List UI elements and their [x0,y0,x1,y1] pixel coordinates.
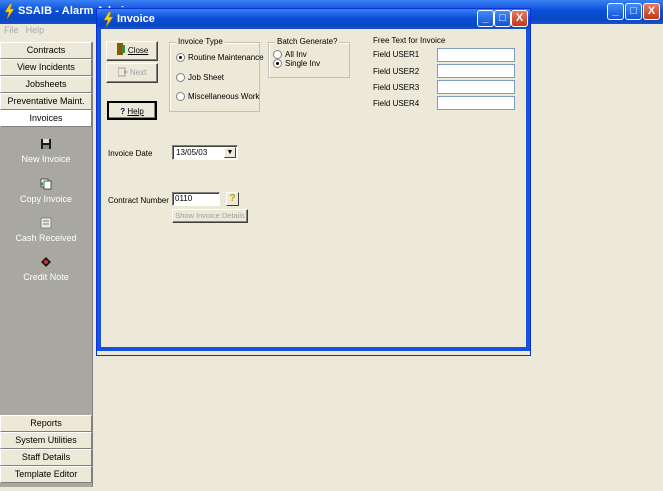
nav-jobsheets-button[interactable]: Jobsheets [0,76,92,93]
nav-invoices-button[interactable]: Invoices [0,110,92,127]
nav-view-incidents-button[interactable]: View Incidents [0,59,92,76]
radio-dot [273,59,282,68]
field-user1-input[interactable] [437,48,515,62]
invoice-close-button[interactable]: X [511,10,528,27]
next-button-label: Next [129,68,147,77]
field-user3-label: Field USER3 [373,83,420,92]
next-page-icon [117,67,128,77]
nav-label: System Utilities [15,435,77,445]
door-exit-icon [116,43,125,55]
nav-label: Template Editor [14,469,78,479]
nav-contracts-button[interactable]: Contracts [0,42,92,59]
nav-credit-note[interactable]: Credit Note [0,256,92,282]
credit-note-icon [41,257,51,267]
nav-label: Invoices [29,113,63,123]
invoice-body: Close Next ? Help Invoice Type Routine M… [97,29,530,351]
field-user3-input[interactable] [437,80,515,94]
cash-register-icon [40,217,52,229]
batch-generate-group: Batch Generate? All Inv Single Inv [268,37,350,78]
nav-label: View Incidents [17,62,75,72]
field-user1-label: Field USER1 [373,50,420,59]
radio-dot [176,53,185,62]
contract-number-input[interactable]: 0110 [172,192,220,206]
help-button[interactable]: ? Help [107,101,157,120]
nav-label: Contracts [26,45,66,55]
field-user2-input[interactable] [437,64,515,78]
radio-dot [176,92,185,101]
close-button-label: Close [127,46,149,55]
menu-help[interactable]: Help [26,25,45,35]
invoice-lightning-icon [103,12,114,27]
app-lightning-icon [4,4,15,19]
save-icon [41,139,51,149]
invoice-window: Invoice _ □ X Close Next ? Help Invoice … [96,8,531,356]
nav-credit-note-label: Credit Note [23,272,69,282]
radio-label: All Inv [285,50,307,59]
radio-all-inv[interactable]: All Inv [273,50,307,59]
left-navigation: Contracts View Incidents Jobsheets Preve… [0,42,93,487]
menu-bar: File Help [0,24,100,39]
field-user4-label: Field USER4 [373,99,420,108]
menu-file[interactable]: File [4,25,19,35]
invoice-title-bar[interactable]: Invoice _ □ X [97,9,530,29]
radio-job-sheet[interactable]: Job Sheet [176,73,224,82]
copy-document-icon [40,178,52,190]
show-invoice-details-label: Show Invoice Details [175,211,245,220]
app-minimize-button[interactable]: _ [607,3,624,20]
close-button[interactable]: Close [106,41,158,61]
nav-label: Preventative Maint. [7,96,85,106]
radio-miscellaneous-work[interactable]: Miscellaneous Work [176,92,259,101]
nav-copy-invoice-label: Copy Invoice [19,194,73,204]
field-user2-label: Field USER2 [373,67,420,76]
help-question-icon: ? [120,107,126,116]
radio-single-inv[interactable]: Single Inv [273,59,320,68]
nav-label: Reports [30,418,62,428]
batch-generate-legend: Batch Generate? [275,37,340,46]
app-maximize-button[interactable]: □ [625,3,642,20]
nav-copy-invoice[interactable]: Copy Invoice [0,178,92,204]
invoice-type-group: Invoice Type Routine Maintenance Job She… [169,37,264,112]
nav-label: Staff Details [21,452,71,462]
field-user4-input[interactable] [437,96,515,110]
question-mark-icon: ? [229,193,236,204]
radio-routine-maintenance[interactable]: Routine Maintenance [176,53,264,62]
radio-label: Miscellaneous Work [188,92,260,101]
invoice-title: Invoice [117,13,155,25]
contract-lookup-button[interactable]: ? [226,192,239,206]
nav-label: Jobsheets [25,79,67,89]
nav-cash-received-label: Cash Received [15,233,77,243]
invoice-minimize-button[interactable]: _ [477,10,494,27]
radio-dot [273,50,282,59]
nav-system-utilities-button[interactable]: System Utilities [0,432,92,449]
chevron-down-icon[interactable]: ▼ [224,147,236,158]
free-text-heading: Free Text for Invoice [373,36,446,45]
nav-reports-button[interactable]: Reports [0,415,92,432]
invoice-date-label: Invoice Date [108,149,153,158]
nav-new-invoice[interactable]: New Invoice [0,138,92,164]
show-invoice-details-button[interactable]: Show Invoice Details [172,209,248,223]
nav-staff-details-button[interactable]: Staff Details [0,449,92,466]
next-button[interactable]: Next [106,63,158,83]
invoice-date-value: 13/05/03 [176,148,208,157]
radio-label: Job Sheet [188,73,225,82]
nav-new-invoice-label: New Invoice [21,154,71,164]
invoice-date-dropdown[interactable]: 13/05/03 ▼ [172,145,238,160]
nav-preventative-maint-button[interactable]: Preventative Maint. [0,93,92,110]
radio-label: Routine Maintenance [188,53,264,62]
invoice-type-legend: Invoice Type [176,37,225,46]
contract-number-label: Contract Number [108,196,169,205]
invoice-maximize-button[interactable]: □ [494,10,511,27]
radio-label: Single Inv [285,59,321,68]
nav-template-editor-button[interactable]: Template Editor [0,466,92,483]
radio-dot [176,73,185,82]
help-button-label: Help [127,107,144,116]
app-close-button[interactable]: X [643,3,660,20]
nav-cash-received[interactable]: Cash Received [0,217,92,243]
